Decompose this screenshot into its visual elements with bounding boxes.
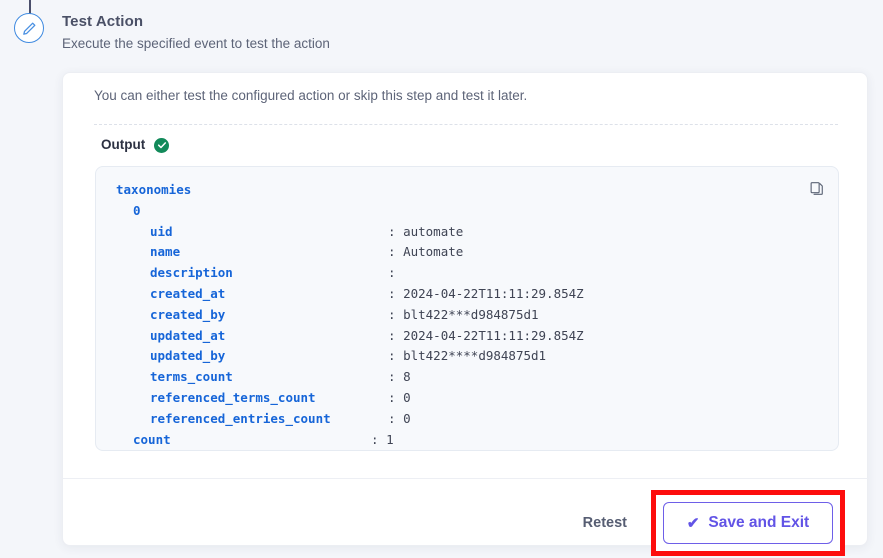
output-panel: taxonomies 0 uid: automate name: Automate de…: [95, 166, 839, 451]
dashed-divider: [94, 124, 838, 125]
output-row-separator: :: [388, 306, 404, 322]
output-row-key: taxonomies: [116, 182, 192, 197]
step-rail: [8, 0, 52, 558]
output-row: created_at: 2024-04-22T11:11:29.854Z: [116, 284, 584, 305]
output-row-key: terms_count: [150, 369, 233, 385]
output-row: uid: automate: [116, 222, 584, 243]
output-row-key: updated_at: [150, 327, 226, 343]
output-row-separator: :: [388, 265, 404, 281]
output-row-separator: :: [388, 389, 404, 405]
output-row-value: 1: [386, 431, 394, 447]
output-row-key: description: [150, 265, 233, 281]
output-row-key: name: [150, 244, 181, 260]
output-row: description:: [116, 263, 584, 284]
save-and-exit-label: Save and Exit: [708, 514, 810, 531]
output-row: referenced_entries_count: 0: [116, 409, 584, 430]
output-row: terms_count: 8: [116, 367, 584, 388]
output-row-value: 0: [403, 389, 411, 405]
output-row-separator: :: [388, 223, 404, 239]
output-row: referenced_terms_count: 0: [116, 388, 584, 409]
output-row-separator: :: [388, 285, 404, 301]
save-and-exit-button[interactable]: ✔ Save and Exit: [663, 502, 833, 544]
page-title: Test Action: [62, 13, 144, 30]
step-icon-badge: [14, 13, 44, 43]
output-row-separator: :: [388, 327, 404, 343]
output-row-separator: :: [388, 348, 404, 364]
save-and-exit-highlight: ✔ Save and Exit: [651, 490, 845, 556]
output-row-separator: :: [388, 369, 404, 385]
card-footer: Retest ✔ Save and Exit: [569, 490, 845, 556]
pencil-circle-icon: [21, 20, 38, 37]
output-row: updated_by: blt422****d984875d1: [116, 346, 584, 367]
output-row-value: automate: [403, 223, 464, 239]
copy-icon[interactable]: [806, 177, 828, 199]
output-row-value: 2024-04-22T11:11:29.854Z: [403, 285, 584, 301]
output-header: Output: [101, 136, 170, 154]
output-row: name: Automate: [116, 242, 584, 263]
output-row-key: count: [133, 431, 171, 447]
check-circle-icon: [154, 137, 170, 153]
output-row-value: blt422****d984875d1: [403, 348, 547, 364]
output-row-separator: :: [371, 431, 387, 447]
test-action-card: You can either test the configured actio…: [62, 72, 869, 556]
output-row-key: created_by: [150, 306, 226, 322]
output-row: created_by: blt422***d984875d1: [116, 305, 584, 326]
output-row-key: referenced_terms_count: [150, 389, 316, 405]
output-row-key: referenced_entries_count: [150, 410, 331, 426]
retest-button[interactable]: Retest: [569, 504, 641, 542]
output-row-value: Automate: [403, 244, 464, 260]
check-icon: ✔: [686, 514, 700, 532]
output-row: taxonomies: [116, 180, 584, 201]
output-row-value: blt422***d984875d1: [403, 306, 539, 322]
step-connector-line: [29, 0, 31, 14]
output-tree: taxonomies 0 uid: automate name: Automate de…: [116, 180, 584, 450]
output-label: Output: [101, 137, 146, 152]
step-header: Test Action Execute the specified event …: [62, 12, 662, 54]
card-intro-text: You can either test the configured actio…: [94, 88, 528, 103]
output-row: count: 1: [116, 430, 584, 450]
output-row-value: 2024-04-22T11:11:29.854Z: [403, 327, 584, 343]
output-row-key: created_at: [150, 285, 226, 301]
footer-divider: [63, 478, 869, 479]
output-row-separator: :: [388, 410, 404, 426]
output-row-separator: :: [388, 244, 404, 260]
output-row-value: 0: [403, 410, 411, 426]
output-row: updated_at: 2024-04-22T11:11:29.854Z: [116, 326, 584, 347]
page-subtitle: Execute the specified event to test the …: [62, 36, 330, 51]
output-row: 0: [116, 201, 584, 222]
output-row-key: updated_by: [150, 348, 226, 364]
output-row-value: 8: [403, 369, 411, 385]
output-row-key: uid: [150, 223, 173, 239]
output-row-key: 0: [133, 202, 141, 218]
